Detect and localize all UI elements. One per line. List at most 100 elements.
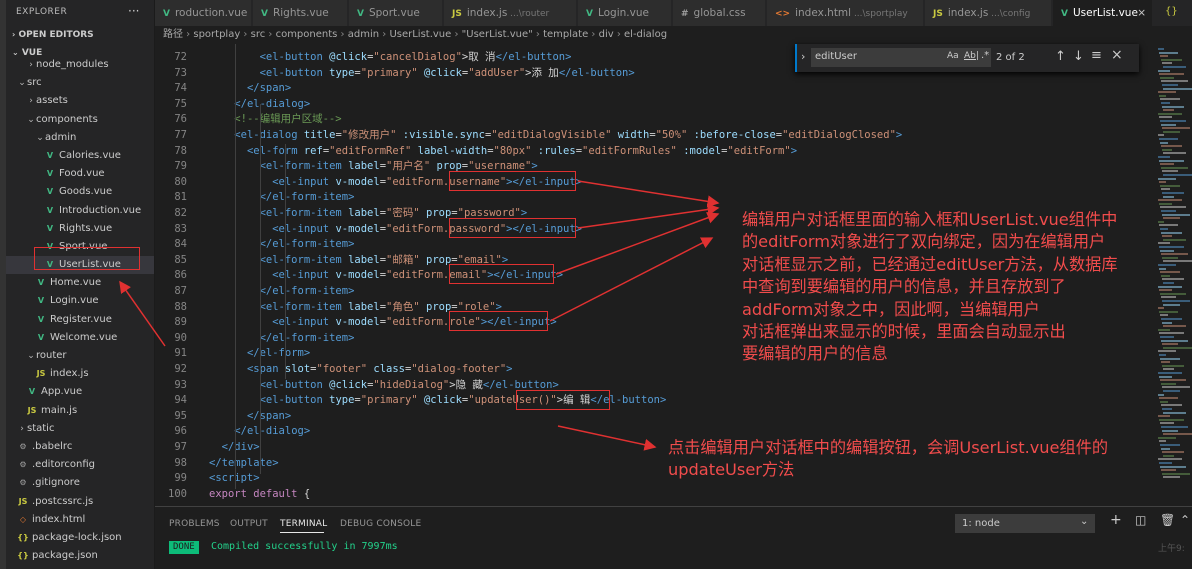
tree-item[interactable]: ◇ index.html — [6, 511, 154, 529]
minimap[interactable] — [1155, 44, 1192, 506]
tree-item[interactable]: V Goods.vue — [6, 183, 154, 201]
minimap-line — [1161, 469, 1176, 472]
find-input[interactable]: editUser Aa Ab| .* — [811, 48, 991, 67]
breadcrumb-item[interactable]: el-dialog — [624, 29, 667, 40]
tree-item[interactable]: V Introduction.vue — [6, 202, 154, 220]
tab-problems[interactable]: PROBLEMS — [169, 519, 220, 529]
match-case-icon[interactable]: Aa — [947, 51, 959, 61]
tree-item[interactable]: V Rights.vue — [6, 220, 154, 238]
tree-item[interactable]: V Food.vue — [6, 165, 154, 183]
tree-item[interactable]: V Home.vue — [6, 274, 154, 292]
editor-tab[interactable]: Vroduction.vue — [155, 0, 252, 26]
regex-icon[interactable]: .* — [981, 50, 989, 61]
editor-tab[interactable]: V Sport.vue — [349, 0, 443, 26]
editor-tab[interactable]: V Rights.vue — [253, 0, 348, 26]
tree-item[interactable]: V App.vue — [6, 383, 154, 401]
code-token: <el-button — [259, 51, 330, 63]
code-token: label — [348, 160, 380, 173]
tree-item[interactable]: ⚙ .babelrc — [6, 438, 154, 456]
tab-debug-console[interactable]: DEBUG CONSOLE — [340, 519, 421, 529]
annotation-line: updateUser方法 — [668, 460, 795, 480]
breadcrumb-item[interactable]: sportplay — [193, 29, 240, 40]
editor-tab[interactable]: JS index.js ...\config — [925, 0, 1052, 26]
code-token: <el-form-item — [259, 300, 349, 313]
minimap-line — [1162, 278, 1184, 281]
line-number: 78 — [174, 144, 187, 157]
terminal-select[interactable]: 1: node ⌄ — [955, 514, 1095, 533]
tree-item-label: .gitignore — [32, 477, 80, 489]
code-token: </el-dialog> — [234, 97, 311, 110]
tree-item[interactable]: ⚙ .editorconfig — [6, 456, 154, 474]
explorer-title: EXPLORER — [16, 7, 68, 17]
breadcrumb-item[interactable]: "UserList.vue" — [462, 29, 533, 40]
tree-item[interactable]: V Login.vue — [6, 292, 154, 310]
whole-word-icon[interactable]: Ab| — [964, 51, 979, 61]
tree-item[interactable]: {} package.json — [6, 547, 154, 565]
breadcrumb-item[interactable]: UserList.vue — [389, 29, 451, 40]
breadcrumb-item[interactable]: admin — [348, 29, 379, 40]
maximize-icon[interactable]: ⌃ — [1180, 513, 1190, 527]
code-token: </el-form-item> — [259, 191, 355, 204]
breadcrumb-separator-icon: › — [240, 29, 251, 40]
split-terminal-icon[interactable]: ◫ — [1135, 513, 1146, 527]
tree-item[interactable]: {} package-lock.json — [6, 529, 154, 547]
arrow-down-icon[interactable]: ↓ — [1073, 49, 1084, 64]
cfg-file-icon: ⚙ — [19, 478, 27, 488]
minimap-line — [1160, 206, 1186, 209]
editor-tab[interactable]: V Login.vue — [578, 0, 672, 26]
tree-item[interactable]: › node_modules — [6, 56, 154, 74]
editor-tab[interactable]: JS index.js ...\router — [444, 0, 577, 26]
breadcrumb-item[interactable]: src — [251, 29, 266, 40]
tree-item[interactable]: JS main.js — [6, 402, 154, 420]
minimap-line — [1161, 447, 1170, 450]
arrow-up-icon[interactable]: ↑ — [1055, 49, 1066, 64]
split-editor-icon[interactable]: {} — [1165, 6, 1178, 17]
minimap-line — [1158, 307, 1164, 310]
add-terminal-icon[interactable]: + — [1110, 512, 1122, 528]
tree-item[interactable]: V Welcome.vue — [6, 329, 154, 347]
tree-item[interactable]: ⌄router — [6, 347, 154, 365]
minimap-line — [1162, 364, 1184, 367]
tab-terminal[interactable]: TERMINAL — [280, 519, 327, 529]
tree-item[interactable]: JS index.js — [6, 365, 154, 383]
trash-icon[interactable]: 🗑 — [1160, 513, 1175, 527]
open-editors-section[interactable]: › OPEN EDITORS — [12, 30, 94, 40]
more-actions-icon[interactable]: ··· — [128, 4, 139, 18]
tree-item[interactable]: ⌄src — [6, 74, 154, 92]
editor-tab[interactable]: # global.css — [673, 0, 766, 26]
breadcrumb-item[interactable]: components — [276, 29, 338, 40]
minimap-line — [1160, 98, 1180, 101]
tree-item[interactable]: ⚙ .gitignore — [6, 474, 154, 492]
tree-item-label: Welcome.vue — [50, 331, 118, 343]
tree-item[interactable]: ⌄components — [6, 111, 154, 129]
tree-item[interactable]: V Register.vue — [6, 311, 154, 329]
tree-item-label: package-lock.json — [32, 531, 122, 543]
breadcrumb-item[interactable]: div — [599, 29, 614, 40]
editor-tab[interactable]: <> index.html ...\sportplay — [767, 0, 924, 26]
close-icon[interactable]: × — [1137, 0, 1146, 26]
breadcrumb-item[interactable]: 路径 — [163, 29, 183, 40]
tree-item[interactable]: › static — [6, 420, 154, 438]
tree-item[interactable]: JS .postcssrc.js — [6, 493, 154, 511]
minimap-line — [1158, 328, 1170, 331]
editor-tab-label: Login.vue — [597, 7, 649, 19]
close-icon[interactable]: × — [1111, 47, 1123, 63]
tab-output[interactable]: OUTPUT — [230, 519, 268, 529]
minimap-line — [1160, 422, 1174, 425]
tree-item[interactable]: ⌄admin — [6, 129, 154, 147]
file-icon: V — [357, 9, 364, 19]
minimap-line — [1161, 80, 1188, 83]
chevron-right-icon[interactable]: › — [801, 50, 805, 63]
find-in-selection-icon[interactable]: ≡ — [1091, 48, 1102, 63]
editor-tab-label: Rights.vue — [272, 7, 329, 19]
tree-item[interactable]: V Calories.vue — [6, 147, 154, 165]
minimap-line — [1160, 271, 1180, 274]
breadcrumb-item[interactable]: template — [543, 29, 588, 40]
editor-tab[interactable]: V UserList.vue × — [1053, 0, 1153, 26]
tree-item[interactable]: › assets — [6, 92, 154, 110]
minimap-line — [1159, 116, 1172, 119]
